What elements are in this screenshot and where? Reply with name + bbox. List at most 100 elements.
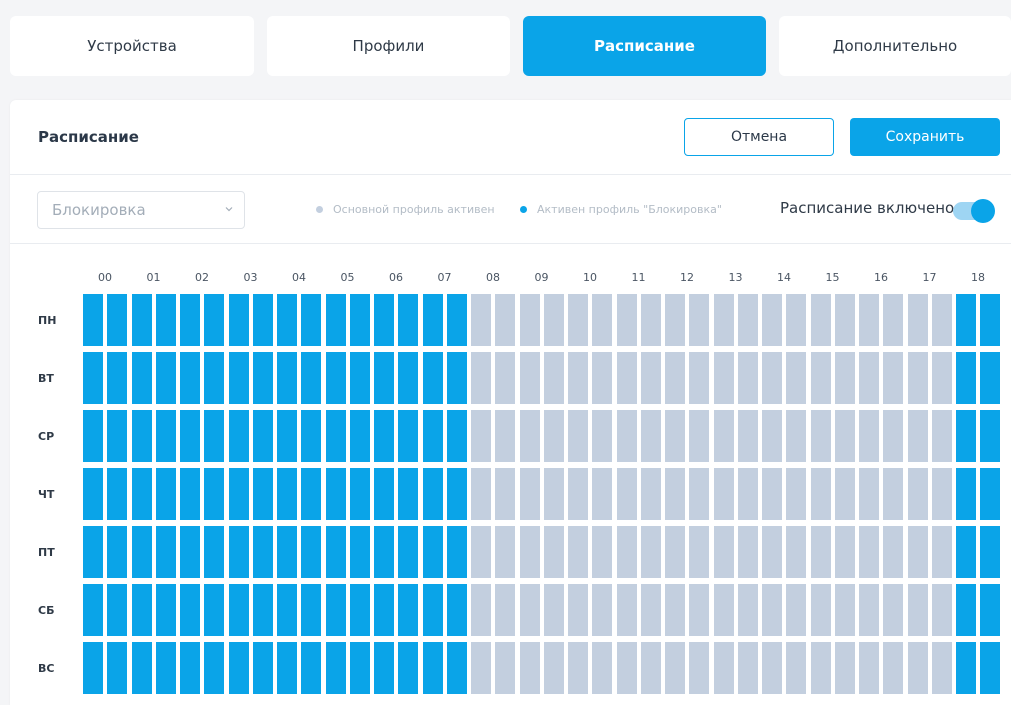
schedule-cell[interactable] bbox=[301, 410, 321, 462]
schedule-cell[interactable] bbox=[131, 584, 152, 636]
schedule-cell[interactable] bbox=[810, 526, 831, 578]
schedule-cell[interactable] bbox=[131, 468, 152, 520]
schedule-cell[interactable] bbox=[325, 642, 346, 694]
schedule-cell[interactable] bbox=[762, 584, 782, 636]
schedule-cell[interactable] bbox=[907, 468, 928, 520]
schedule-cell[interactable] bbox=[446, 294, 467, 346]
schedule-cell[interactable] bbox=[107, 352, 127, 404]
schedule-cell[interactable] bbox=[374, 584, 394, 636]
schedule-cell[interactable] bbox=[495, 294, 515, 346]
schedule-cell[interactable] bbox=[883, 584, 903, 636]
schedule-cell[interactable] bbox=[131, 410, 152, 462]
schedule-cell[interactable] bbox=[640, 410, 661, 462]
schedule-cell[interactable] bbox=[422, 642, 443, 694]
schedule-cell[interactable] bbox=[786, 352, 806, 404]
schedule-cell[interactable] bbox=[568, 294, 588, 346]
schedule-cell[interactable] bbox=[640, 526, 661, 578]
schedule-cell[interactable] bbox=[762, 526, 782, 578]
schedule-cell[interactable] bbox=[834, 410, 855, 462]
schedule-cell[interactable] bbox=[471, 642, 491, 694]
schedule-cell[interactable] bbox=[83, 294, 103, 346]
schedule-cell[interactable] bbox=[956, 584, 976, 636]
schedule-cell[interactable] bbox=[810, 352, 831, 404]
schedule-cell[interactable] bbox=[155, 294, 176, 346]
schedule-cell[interactable] bbox=[446, 468, 467, 520]
schedule-cell[interactable] bbox=[956, 410, 976, 462]
schedule-cell[interactable] bbox=[204, 526, 224, 578]
schedule-cell[interactable] bbox=[180, 294, 200, 346]
schedule-cell[interactable] bbox=[786, 294, 806, 346]
schedule-cell[interactable] bbox=[471, 410, 491, 462]
schedule-cell[interactable] bbox=[568, 584, 588, 636]
schedule-cell[interactable] bbox=[592, 410, 612, 462]
schedule-cell[interactable] bbox=[422, 410, 443, 462]
schedule-cell[interactable] bbox=[349, 294, 370, 346]
schedule-cell[interactable] bbox=[301, 468, 321, 520]
schedule-cell[interactable] bbox=[107, 526, 127, 578]
schedule-cell[interactable] bbox=[301, 642, 321, 694]
schedule-cell[interactable] bbox=[810, 410, 831, 462]
schedule-cell[interactable] bbox=[616, 526, 637, 578]
schedule-cell[interactable] bbox=[228, 526, 249, 578]
schedule-cell[interactable] bbox=[446, 410, 467, 462]
schedule-cell[interactable] bbox=[592, 352, 612, 404]
schedule-cell[interactable] bbox=[398, 410, 418, 462]
schedule-cell[interactable] bbox=[277, 352, 297, 404]
schedule-cell[interactable] bbox=[107, 642, 127, 694]
tab-devices[interactable]: Устройства bbox=[10, 16, 254, 76]
schedule-cell[interactable] bbox=[277, 410, 297, 462]
schedule-cell[interactable] bbox=[519, 410, 540, 462]
schedule-cell[interactable] bbox=[374, 410, 394, 462]
schedule-cell[interactable] bbox=[277, 642, 297, 694]
schedule-cell[interactable] bbox=[398, 294, 418, 346]
schedule-cell[interactable] bbox=[592, 584, 612, 636]
schedule-cell[interactable] bbox=[180, 352, 200, 404]
schedule-cell[interactable] bbox=[519, 294, 540, 346]
schedule-cell[interactable] bbox=[592, 294, 612, 346]
schedule-cell[interactable] bbox=[471, 526, 491, 578]
schedule-cell[interactable] bbox=[592, 468, 612, 520]
schedule-cell[interactable] bbox=[592, 526, 612, 578]
schedule-cell[interactable] bbox=[859, 410, 879, 462]
schedule-cell[interactable] bbox=[956, 468, 976, 520]
schedule-cell[interactable] bbox=[762, 294, 782, 346]
schedule-cell[interactable] bbox=[204, 584, 224, 636]
schedule-cell[interactable] bbox=[568, 526, 588, 578]
schedule-cell[interactable] bbox=[689, 468, 709, 520]
schedule-cell[interactable] bbox=[616, 352, 637, 404]
schedule-cell[interactable] bbox=[640, 584, 661, 636]
schedule-cell[interactable] bbox=[737, 584, 758, 636]
schedule-cell[interactable] bbox=[834, 468, 855, 520]
schedule-cell[interactable] bbox=[665, 526, 685, 578]
schedule-cell[interactable] bbox=[495, 642, 515, 694]
schedule-cell[interactable] bbox=[883, 526, 903, 578]
schedule-cell[interactable] bbox=[252, 468, 273, 520]
schedule-cell[interactable] bbox=[446, 526, 467, 578]
schedule-cell[interactable] bbox=[155, 526, 176, 578]
schedule-cell[interactable] bbox=[834, 642, 855, 694]
schedule-cell[interactable] bbox=[810, 468, 831, 520]
schedule-cell[interactable] bbox=[83, 642, 103, 694]
schedule-cell[interactable] bbox=[228, 352, 249, 404]
schedule-cell[interactable] bbox=[519, 468, 540, 520]
schedule-enabled-toggle[interactable] bbox=[953, 199, 995, 223]
schedule-cell[interactable] bbox=[252, 584, 273, 636]
schedule-cell[interactable] bbox=[155, 410, 176, 462]
schedule-cell[interactable] bbox=[568, 352, 588, 404]
schedule-cell[interactable] bbox=[374, 294, 394, 346]
schedule-cell[interactable] bbox=[325, 468, 346, 520]
schedule-cell[interactable] bbox=[252, 294, 273, 346]
schedule-cell[interactable] bbox=[665, 468, 685, 520]
schedule-cell[interactable] bbox=[980, 468, 1000, 520]
schedule-cell[interactable] bbox=[883, 642, 903, 694]
schedule-cell[interactable] bbox=[471, 584, 491, 636]
schedule-cell[interactable] bbox=[640, 468, 661, 520]
schedule-cell[interactable] bbox=[155, 584, 176, 636]
schedule-cell[interactable] bbox=[689, 526, 709, 578]
schedule-cell[interactable] bbox=[980, 526, 1000, 578]
schedule-cell[interactable] bbox=[398, 584, 418, 636]
schedule-cell[interactable] bbox=[349, 468, 370, 520]
schedule-cell[interactable] bbox=[228, 410, 249, 462]
schedule-cell[interactable] bbox=[956, 294, 976, 346]
schedule-cell[interactable] bbox=[543, 584, 564, 636]
